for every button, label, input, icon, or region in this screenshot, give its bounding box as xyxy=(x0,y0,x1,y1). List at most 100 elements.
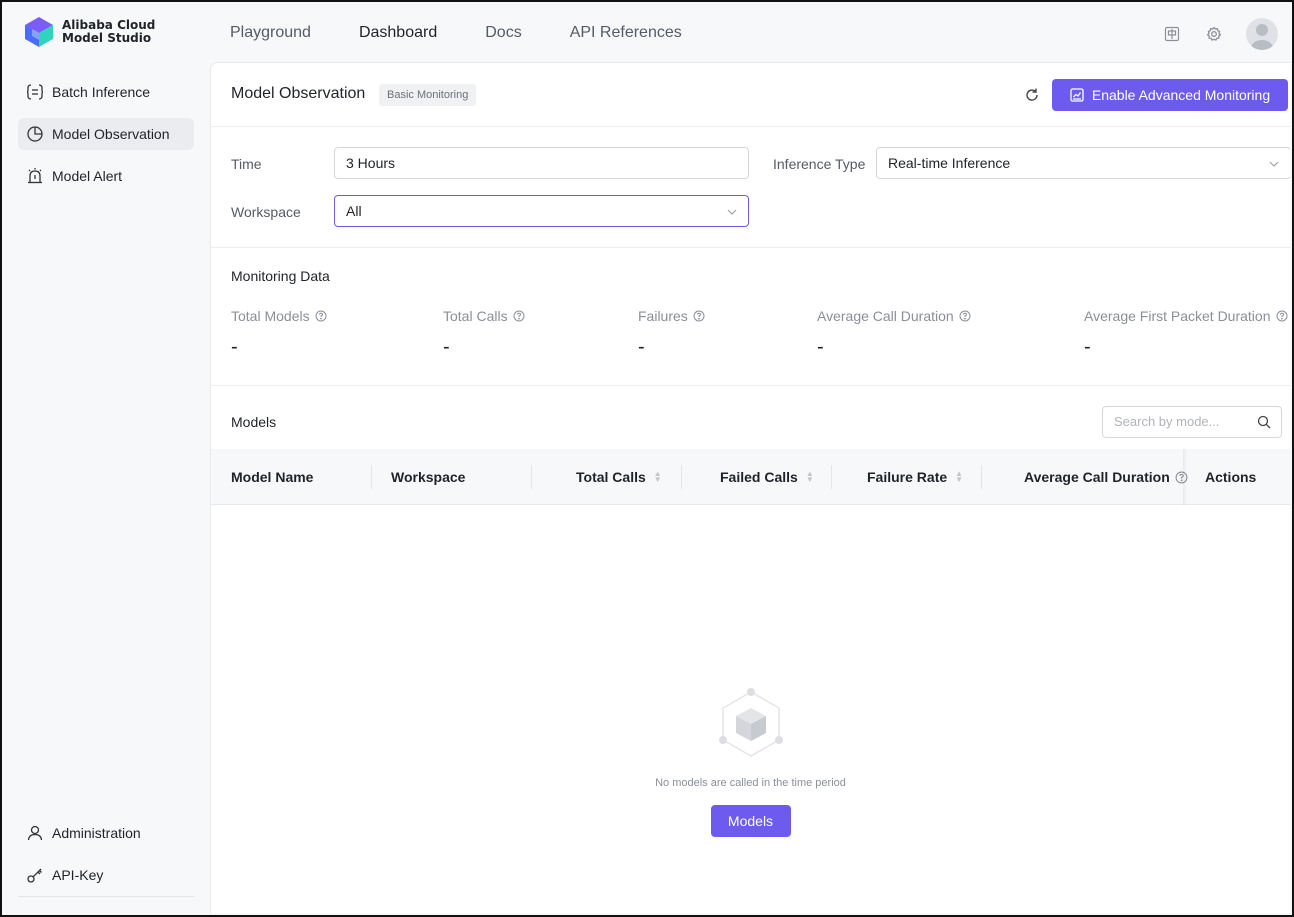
nav-playground[interactable]: Playground xyxy=(230,24,311,42)
settings-gear-icon[interactable] xyxy=(1204,24,1224,44)
metric-total-models: Total Models - xyxy=(231,308,327,359)
batch-icon xyxy=(26,84,44,100)
metric-value: - xyxy=(231,336,238,358)
monitoring-data-title: Monitoring Data xyxy=(231,268,330,284)
refresh-icon[interactable] xyxy=(1024,87,1040,103)
metric-label: Average First Packet Duration xyxy=(1084,308,1271,324)
column-failed-calls[interactable]: Failed Calls ▲ ▼ xyxy=(720,449,814,505)
metric-average-first-packet-duration: Average First Packet Duration - xyxy=(1084,308,1288,359)
column-divider[interactable] xyxy=(531,465,532,489)
help-icon[interactable] xyxy=(1276,310,1288,322)
column-model-name: Model Name xyxy=(231,449,313,505)
metric-value: - xyxy=(1084,336,1091,358)
help-icon[interactable] xyxy=(959,310,971,322)
empty-cube-icon xyxy=(718,688,783,757)
page-header: Model Observation Basic Monitoring Enabl… xyxy=(211,63,1290,127)
sidebar-item-label: Model Observation xyxy=(52,126,170,142)
column-total-calls[interactable]: Total Calls ▲ ▼ xyxy=(576,449,662,505)
column-label: Total Calls xyxy=(576,469,646,485)
alarm-icon xyxy=(28,168,42,184)
column-label: Actions xyxy=(1205,469,1257,485)
metric-label: Failures xyxy=(638,308,688,324)
search-icon[interactable] xyxy=(1257,415,1271,429)
column-label: Average Call Duration xyxy=(1024,469,1170,485)
column-label: Workspace xyxy=(391,469,466,485)
page-title: Model Observation xyxy=(231,85,366,102)
top-bar: Alibaba Cloud Model Studio Playground Da… xyxy=(4,4,1290,62)
app-frame: Alibaba Cloud Model Studio Playground Da… xyxy=(0,0,1294,917)
sort-icon[interactable]: ▲ ▼ xyxy=(806,470,814,484)
sidebar-item-label: API-Key xyxy=(52,867,104,883)
column-actions: Actions xyxy=(1205,449,1256,505)
sidebar-item-model-observation[interactable]: Model Observation xyxy=(18,118,194,150)
empty-state-text: No models are called in the time period xyxy=(655,777,846,789)
user-avatar[interactable] xyxy=(1246,18,1278,50)
sidebar: Batch Inference Model Observation Model … xyxy=(4,62,210,913)
models-button[interactable]: Models xyxy=(710,805,791,837)
brand-line-2: Model Studio xyxy=(62,31,152,45)
model-studio-logo-icon xyxy=(25,17,53,47)
model-search-input[interactable]: Search by mode... xyxy=(1102,406,1282,438)
workspace-label: Workspace xyxy=(231,204,301,220)
top-right-actions xyxy=(1162,18,1278,50)
column-label: Failure Rate xyxy=(867,469,948,485)
avatar-person-icon xyxy=(1251,24,1273,50)
models-table-header: Model Name Workspace Total Calls ▲ ▼ Fail… xyxy=(211,449,1290,505)
column-divider[interactable] xyxy=(681,465,682,489)
metric-total-calls: Total Calls - xyxy=(443,308,525,359)
chevron-down-icon xyxy=(727,209,737,215)
models-section: Models Search by mode... Model Name Work… xyxy=(211,386,1290,913)
column-label: Model Name xyxy=(231,469,314,485)
sort-icon[interactable]: ▲ ▼ xyxy=(654,470,662,484)
metric-label: Total Calls xyxy=(443,308,508,324)
metric-value: - xyxy=(638,336,645,358)
nav-api-references[interactable]: API References xyxy=(570,24,682,42)
metric-average-call-duration: Average Call Duration - xyxy=(817,308,971,359)
workspace-select[interactable]: All xyxy=(334,195,749,227)
sidebar-divider xyxy=(18,896,194,897)
empty-state: No models are called in the time period … xyxy=(211,686,1290,837)
column-divider[interactable] xyxy=(371,465,372,489)
column-divider[interactable] xyxy=(981,465,982,489)
workspace-value: All xyxy=(346,203,362,219)
help-icon[interactable] xyxy=(315,310,327,322)
column-label: Failed Calls xyxy=(720,469,798,485)
pie-chart-icon xyxy=(27,126,43,142)
monitoring-badge: Basic Monitoring xyxy=(379,84,477,106)
language-icon[interactable] xyxy=(1162,24,1182,44)
user-icon xyxy=(27,825,43,841)
enable-button-label: Enable Advanced Monitoring xyxy=(1091,87,1271,103)
help-icon[interactable] xyxy=(513,310,525,322)
main-panel: Model Observation Basic Monitoring Enabl… xyxy=(210,62,1290,913)
sidebar-item-api-key[interactable]: API-Key xyxy=(18,859,194,891)
metric-failures: Failures - xyxy=(638,308,705,359)
time-value: 3 Hours xyxy=(346,155,396,171)
metric-value: - xyxy=(443,336,450,358)
inference-type-select[interactable]: Real-time Inference xyxy=(876,147,1290,179)
key-icon xyxy=(27,868,42,883)
metric-label: Average Call Duration xyxy=(817,308,954,324)
column-failure-rate[interactable]: Failure Rate ▲ ▼ xyxy=(867,449,963,505)
models-title: Models xyxy=(231,414,277,430)
nav-docs[interactable]: Docs xyxy=(485,24,521,42)
enable-advanced-monitoring-button[interactable]: Enable Advanced Monitoring xyxy=(1052,79,1288,111)
sidebar-item-label: Batch Inference xyxy=(52,84,151,100)
brand-logo[interactable]: Alibaba Cloud Model Studio xyxy=(24,16,155,48)
sidebar-item-batch-inference[interactable]: Batch Inference xyxy=(18,76,194,108)
time-select[interactable]: 3 Hours xyxy=(334,147,749,179)
inference-type-value: Real-time Inference xyxy=(888,155,1011,171)
column-divider[interactable] xyxy=(831,465,832,489)
top-nav: Playground Dashboard Docs API References xyxy=(230,24,730,42)
chevron-down-icon xyxy=(1269,161,1279,167)
sort-icon[interactable]: ▲ ▼ xyxy=(955,470,963,484)
sticky-column-shadow xyxy=(1183,449,1187,505)
nav-dashboard[interactable]: Dashboard xyxy=(359,24,437,42)
help-icon[interactable] xyxy=(693,310,705,322)
column-workspace: Workspace xyxy=(391,449,465,505)
sidebar-item-administration[interactable]: Administration xyxy=(18,817,194,849)
metric-label: Total Models xyxy=(231,308,310,324)
sidebar-item-model-alert[interactable]: Model Alert xyxy=(18,160,194,192)
monitor-icon xyxy=(1070,88,1084,102)
inference-type-label: Inference Type xyxy=(773,156,866,172)
sidebar-item-label: Model Alert xyxy=(52,168,123,184)
